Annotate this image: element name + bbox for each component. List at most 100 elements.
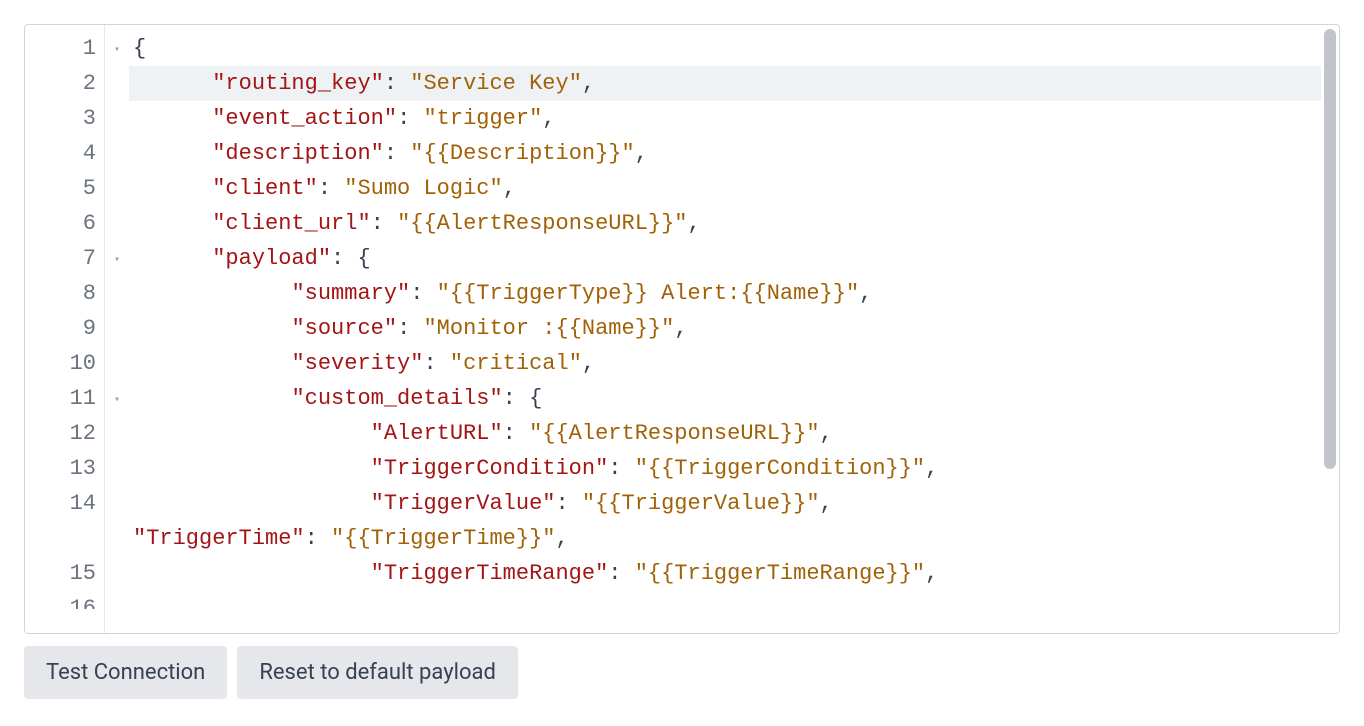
json-punct: , — [635, 141, 648, 166]
code-line[interactable]: "description": "{{Description}}", — [129, 136, 1321, 171]
line-number: 6 — [25, 206, 104, 241]
scrollbar-thumb[interactable] — [1324, 29, 1336, 469]
json-key: "payload" — [212, 246, 331, 271]
json-punct: : — [608, 456, 634, 481]
json-punct: : — [384, 141, 410, 166]
json-punct: , — [925, 561, 938, 586]
json-string: "{{TriggerType}} Alert:{{Name}}" — [437, 281, 859, 306]
json-punct: , — [582, 351, 595, 376]
code-area[interactable]: { "routing_key": "Service Key", "event_a… — [129, 25, 1321, 633]
json-brace: { — [133, 36, 146, 61]
json-punct: : — [318, 176, 344, 201]
json-punct: , — [503, 176, 516, 201]
json-string: "{{TriggerTimeRange}}" — [635, 561, 925, 586]
json-punct: : — [331, 246, 357, 271]
code-line[interactable]: "payload": { — [129, 241, 1321, 276]
code-line[interactable]: "AlertURL": "{{AlertResponseURL}}", — [129, 416, 1321, 451]
json-key: "custom_details" — [291, 386, 502, 411]
json-punct: : — [397, 106, 423, 131]
code-line-wrapped[interactable]: "TriggerTime": "{{TriggerTime}}", — [129, 521, 1321, 556]
json-key: "AlertURL" — [371, 421, 503, 446]
fold-toggle-icon[interactable]: ▾ — [114, 394, 120, 405]
json-key: "client_url" — [212, 211, 370, 236]
reset-payload-button[interactable]: Reset to default payload — [237, 646, 518, 699]
line-number: 4 — [25, 136, 104, 171]
json-string: "{{Description}}" — [410, 141, 634, 166]
code-line[interactable]: "severity": "critical", — [129, 346, 1321, 381]
line-number: 2 — [25, 66, 104, 101]
line-number: 10 — [25, 346, 104, 381]
json-string: "{{TriggerCondition}}" — [635, 456, 925, 481]
code-line[interactable]: "event_action": "trigger", — [129, 101, 1321, 136]
json-punct: , — [820, 421, 833, 446]
json-punct: : — [503, 421, 529, 446]
line-number: 13 — [25, 451, 104, 486]
json-punct: : — [555, 491, 581, 516]
json-string: "Sumo Logic" — [344, 176, 502, 201]
line-number-gutter: 12345678910111213141516 — [25, 25, 105, 633]
json-string: "critical" — [450, 351, 582, 376]
json-key: "summary" — [291, 281, 410, 306]
fold-toggle-icon[interactable]: ▾ — [114, 44, 120, 55]
json-punct: , — [555, 526, 568, 551]
json-brace: { — [357, 246, 370, 271]
json-punct: , — [925, 456, 938, 481]
code-line[interactable]: "TriggerCondition": "{{TriggerCondition}… — [129, 451, 1321, 486]
json-punct: : — [371, 211, 397, 236]
line-number: 16 — [25, 591, 104, 609]
json-key: "description" — [212, 141, 384, 166]
json-punct: : — [397, 316, 423, 341]
json-string: "trigger" — [423, 106, 542, 131]
line-number: 15 — [25, 556, 104, 591]
json-punct: : — [423, 351, 449, 376]
json-punct: : — [305, 526, 331, 551]
json-key: "TriggerTimeRange" — [371, 561, 609, 586]
test-connection-button[interactable]: Test Connection — [24, 646, 227, 699]
json-brace: { — [529, 386, 542, 411]
code-line[interactable]: "TriggerTimeRange": "{{TriggerTimeRange}… — [129, 556, 1321, 591]
json-punct: , — [820, 491, 833, 516]
json-punct: , — [674, 316, 687, 341]
code-line[interactable]: "client": "Sumo Logic", — [129, 171, 1321, 206]
code-line[interactable]: "TriggerValue": "{{TriggerValue}}", — [129, 486, 1321, 521]
code-line[interactable]: "custom_details": { — [129, 381, 1321, 416]
json-key: "TriggerTime" — [133, 526, 305, 551]
code-line[interactable]: "source": "Monitor :{{Name}}", — [129, 311, 1321, 346]
json-punct: , — [582, 71, 595, 96]
json-key: "routing_key" — [212, 71, 384, 96]
button-row: Test Connection Reset to default payload — [24, 646, 1340, 699]
json-punct: : — [608, 561, 634, 586]
json-punct: : — [384, 71, 410, 96]
json-punct: , — [688, 211, 701, 236]
json-editor[interactable]: 12345678910111213141516 ▾▾▾ { "routing_k… — [24, 24, 1340, 634]
line-number: 11 — [25, 381, 104, 416]
line-number: 8 — [25, 276, 104, 311]
line-number: 5 — [25, 171, 104, 206]
json-string: "{{AlertResponseURL}}" — [397, 211, 687, 236]
code-line[interactable]: "summary": "{{TriggerType}} Alert:{{Name… — [129, 276, 1321, 311]
line-number: 14 — [25, 486, 104, 521]
code-line[interactable]: "client_url": "{{AlertResponseURL}}", — [129, 206, 1321, 241]
json-key: "TriggerCondition" — [371, 456, 609, 481]
json-key: "source" — [291, 316, 397, 341]
json-string: "Monitor :{{Name}}" — [423, 316, 674, 341]
json-punct: , — [859, 281, 872, 306]
json-punct: : — [410, 281, 436, 306]
scrollbar[interactable] — [1321, 25, 1339, 633]
json-key: "client" — [212, 176, 318, 201]
json-punct: , — [542, 106, 555, 131]
fold-toggle-icon[interactable]: ▾ — [114, 254, 120, 265]
json-string: "Service Key" — [410, 71, 582, 96]
line-number: 9 — [25, 311, 104, 346]
json-key: "event_action" — [212, 106, 397, 131]
json-key: "severity" — [291, 351, 423, 376]
line-number: 12 — [25, 416, 104, 451]
line-number: 1 — [25, 31, 104, 66]
json-string: "{{TriggerTime}}" — [331, 526, 555, 551]
json-string: "{{AlertResponseURL}}" — [529, 421, 819, 446]
code-line[interactable]: "routing_key": "Service Key", — [129, 66, 1321, 101]
line-number: 7 — [25, 241, 104, 276]
json-punct: : — [503, 386, 529, 411]
code-line[interactable]: { — [129, 31, 1321, 66]
json-key: "TriggerValue" — [371, 491, 556, 516]
